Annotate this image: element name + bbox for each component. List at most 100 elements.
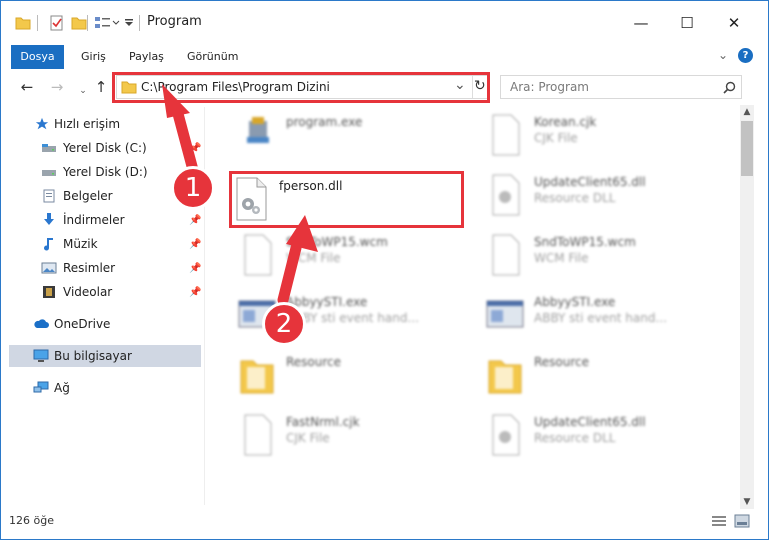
- file-name: SndToWP15.wcm: [534, 235, 636, 249]
- sidebar-item-network[interactable]: Ağ: [1, 377, 201, 399]
- details-view-icon[interactable]: [711, 515, 727, 527]
- pin-icon[interactable]: 📌: [189, 143, 201, 154]
- exe-icon: [247, 117, 269, 143]
- sidebar-item-label: Videolar: [63, 285, 113, 299]
- search-icon[interactable]: [723, 81, 736, 94]
- sidebar-item-label: Belgeler: [63, 189, 113, 203]
- folder-icon[interactable]: [15, 15, 31, 33]
- customize-toolbar-icon[interactable]: [124, 18, 134, 36]
- chevron-down-icon[interactable]: [112, 19, 120, 37]
- video-icon: [43, 286, 55, 298]
- tab-share[interactable]: Paylaş: [129, 45, 164, 69]
- music-icon: [44, 238, 53, 251]
- file-name: SndToWP15.wcm: [286, 235, 388, 249]
- list-item[interactable]: Resource: [219, 347, 469, 401]
- file-name: AbbyySTI.exe: [534, 295, 616, 309]
- fperson-dll-item[interactable]: fperson.dll: [229, 171, 464, 228]
- list-item[interactable]: UpdateClient65.dll Resource DLL: [467, 167, 717, 221]
- sidebar-item-onedrive[interactable]: OneDrive: [1, 313, 201, 335]
- list-item[interactable]: SndToWP15.wcm WCM File: [467, 227, 717, 281]
- file-type: Resource DLL: [534, 431, 616, 445]
- list-item[interactable]: Resource: [467, 347, 717, 401]
- list-item[interactable]: Korean.cjk CJK File: [467, 107, 717, 161]
- file-icon: [244, 234, 272, 276]
- sidebar-item-label: Yerel Disk (C:): [63, 141, 147, 155]
- vertical-scrollbar[interactable]: ▲ ▼: [740, 105, 754, 511]
- sidebar-item-this-pc[interactable]: Bu bilgisayar: [9, 345, 201, 367]
- tab-home[interactable]: Giriş: [81, 45, 106, 69]
- sidebar-item-music[interactable]: Müzik 📌: [1, 233, 201, 255]
- app-icon: [486, 300, 524, 328]
- sidebar-item-disk-d[interactable]: Yerel Disk (D:): [1, 161, 201, 183]
- maximize-button[interactable]: ☐: [667, 9, 707, 37]
- drive-icon: [42, 170, 56, 176]
- sidebar-item-downloads[interactable]: İndirmeler 📌: [1, 209, 201, 231]
- star-icon: [35, 117, 49, 130]
- tab-file[interactable]: Dosya: [11, 45, 64, 69]
- pin-icon[interactable]: 📌: [189, 263, 201, 274]
- step-badge-1: 1: [171, 166, 215, 210]
- address-row: ← → ⌄ ↑ C:\Program Files\Program Dizini …: [1, 69, 768, 105]
- title-bar: Program — ☐ ✕: [1, 1, 768, 43]
- list-item[interactable]: AbbyySTI.exe ABBY sti event hand...: [219, 287, 469, 341]
- list-item[interactable]: SndToWP15.wcm WCM File: [219, 227, 469, 281]
- new-folder-icon[interactable]: [71, 15, 87, 33]
- search-box[interactable]: Ara: Program: [500, 75, 742, 99]
- close-button[interactable]: ✕: [714, 9, 754, 37]
- minimize-button[interactable]: —: [621, 9, 661, 37]
- file-icon: [492, 234, 520, 276]
- recent-locations-icon[interactable]: ⌄: [73, 81, 93, 101]
- scroll-down-icon[interactable]: ▼: [740, 495, 754, 509]
- scroll-up-icon[interactable]: ▲: [740, 105, 754, 119]
- file-type: CJK File: [534, 131, 578, 145]
- search-input[interactable]: Ara: Program: [510, 80, 589, 94]
- navigation-pane: Hızlı erişim Yerel Disk (C:) 📌 Yerel Dis…: [1, 107, 205, 505]
- view-options-icon[interactable]: [94, 15, 112, 33]
- sidebar-item-videos[interactable]: Videolar 📌: [1, 281, 201, 303]
- help-icon[interactable]: ?: [738, 48, 753, 63]
- pin-icon[interactable]: 📌: [189, 215, 201, 226]
- scrollbar-thumb[interactable]: [741, 121, 753, 176]
- back-button[interactable]: ←: [17, 77, 37, 97]
- sidebar-item-label: OneDrive: [54, 317, 111, 331]
- pictures-icon: [41, 262, 57, 274]
- sidebar-item-label: Resimler: [63, 261, 116, 275]
- ribbon-expand-icon[interactable]: ⌄: [718, 48, 728, 62]
- sidebar-item-quick-access[interactable]: Hızlı erişim: [1, 113, 201, 135]
- forward-button[interactable]: →: [47, 77, 67, 97]
- sidebar-item-label: Hızlı erişim: [54, 117, 121, 131]
- properties-icon[interactable]: [49, 15, 65, 33]
- sidebar-item-pictures[interactable]: Resimler 📌: [1, 257, 201, 279]
- sidebar-item-disk-c[interactable]: Yerel Disk (C:) 📌: [1, 137, 201, 159]
- tab-view[interactable]: Görünüm: [187, 45, 238, 69]
- sidebar-item-label: Müzik: [63, 237, 98, 251]
- list-item[interactable]: AbbyySTI.exe ABBY sti event hand...: [467, 287, 717, 341]
- cloud-icon: [34, 319, 49, 328]
- file-type: CJK File: [286, 431, 330, 445]
- pin-icon[interactable]: 📌: [189, 239, 201, 250]
- list-item[interactable]: program.exe: [219, 107, 469, 161]
- file-type: WCM File: [534, 251, 589, 265]
- list-item[interactable]: UpdateClient65.dll Resource DLL: [467, 407, 717, 461]
- file-name: Resource: [534, 355, 590, 369]
- sidebar-item-label: İndirmeler: [63, 213, 125, 227]
- large-icons-view-icon[interactable]: [734, 514, 750, 528]
- window-title: Program: [147, 14, 202, 29]
- file-name: UpdateClient65.dll: [534, 415, 646, 429]
- up-button[interactable]: ↑: [91, 77, 111, 97]
- separator: [139, 15, 140, 31]
- ribbon-tabs: Dosya Giriş Paylaş Görünüm ⌄ ?: [1, 45, 768, 69]
- computer-icon: [33, 349, 49, 362]
- file-type: ABBY sti event hand...: [534, 311, 667, 325]
- dll-icon: [236, 177, 267, 221]
- documents-icon: [43, 189, 55, 203]
- address-highlight-box: [112, 72, 490, 103]
- folder-icon: [488, 360, 522, 394]
- list-item[interactable]: FastNrml.cjk CJK File: [219, 407, 469, 461]
- pin-icon[interactable]: 📌: [189, 287, 201, 298]
- file-icon: [244, 414, 272, 456]
- sidebar-item-label: Ağ: [54, 381, 70, 395]
- dll-icon: [492, 414, 520, 456]
- sidebar-item-label: Bu bilgisayar: [54, 349, 132, 363]
- drive-icon: [42, 144, 56, 152]
